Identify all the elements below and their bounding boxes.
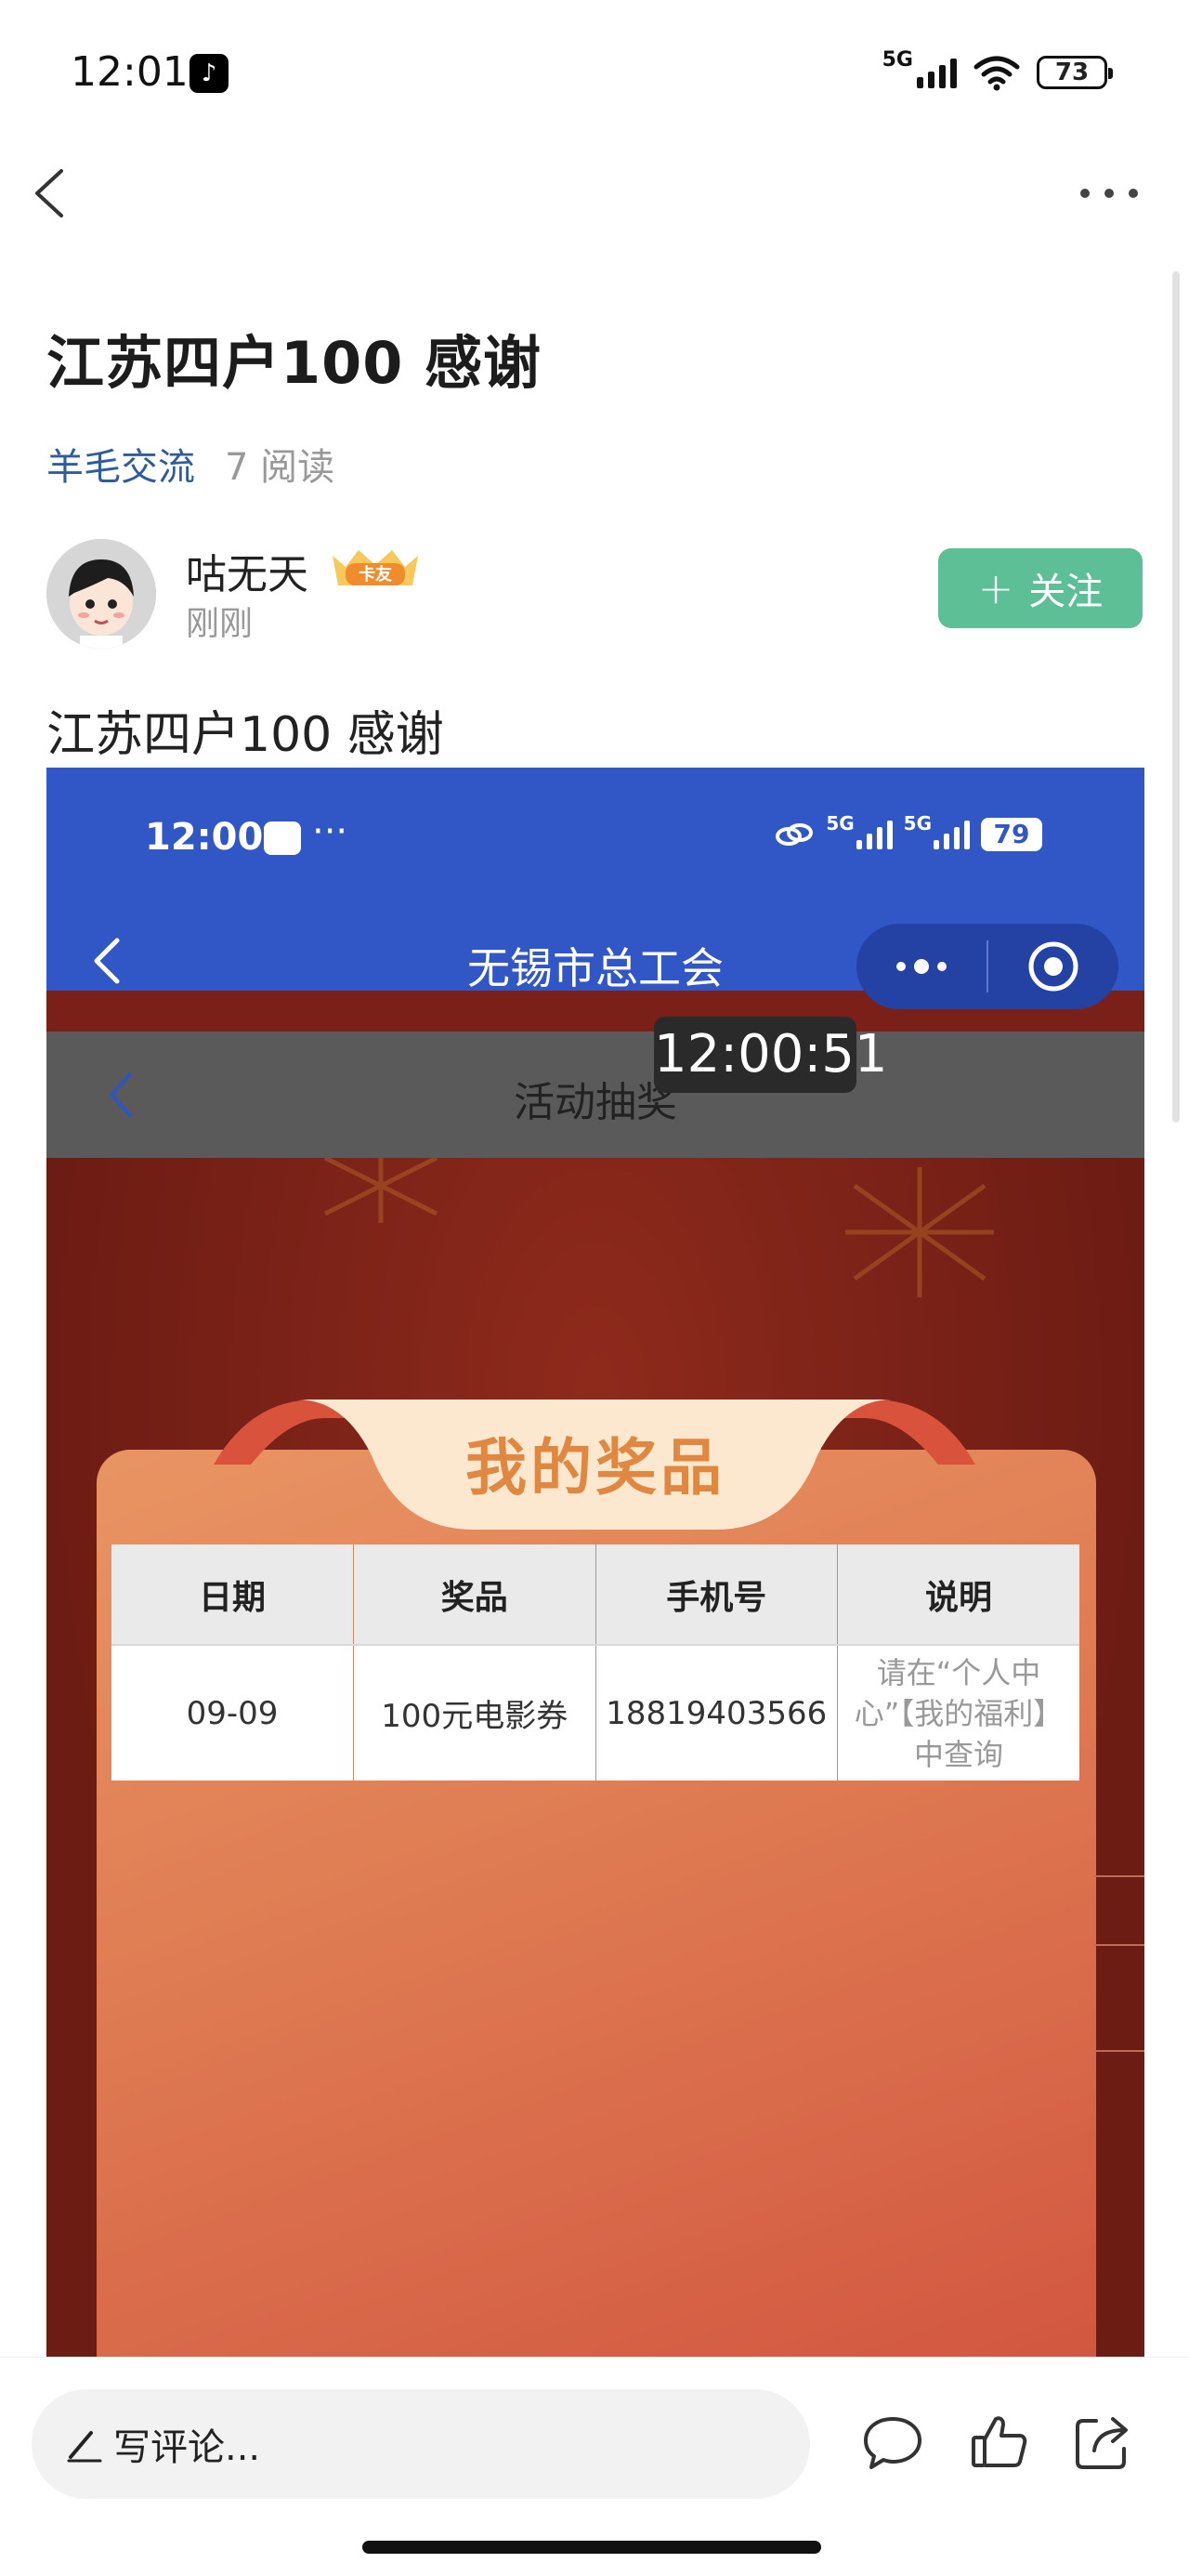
table-header-prize: 奖品: [353, 1544, 596, 1646]
embedded-status-icons: 5G 5G 79: [774, 812, 1042, 851]
pencil-icon: [67, 2431, 102, 2463]
prize-heading: 我的奖品: [465, 1432, 725, 1504]
follow-label: 关注: [1028, 571, 1104, 613]
table-header-phone: 手机号: [595, 1544, 838, 1646]
card-friend-badge: 卡友: [333, 550, 418, 585]
link-icon: [776, 823, 814, 846]
embedded-network-type: 5G: [826, 812, 855, 835]
avatar[interactable]: [46, 539, 156, 649]
network-type: 5G: [882, 48, 913, 72]
more-icon[interactable]: [1072, 175, 1146, 212]
embedded-battery-icon: 79: [981, 818, 1042, 851]
home-indicator[interactable]: [362, 2541, 821, 2554]
post-image[interactable]: 12:00 ··· 5G 5G 79 无锡市总工会 活动抽奖 12:00:51 …: [46, 768, 1144, 2357]
cell-note: 请在“个人中心”【我的福利】中查询: [837, 1645, 1079, 1781]
scrollbar[interactable]: [1172, 271, 1180, 1123]
status-bar: 12:01 ♪ 5G 73: [0, 0, 1189, 149]
badge-text: 卡友: [359, 564, 392, 585]
table-row: 09-09 100元电影券 18819403566 请在“个人中心”【我的福利】…: [111, 1645, 1079, 1781]
embedded-header: 12:00 ··· 5G 5G 79 无锡市总工会: [46, 768, 1144, 1009]
author-row: 咕无天 卡友 刚刚 + 关注: [46, 539, 1143, 651]
cellular-signal-icon: [917, 57, 957, 88]
follow-button[interactable]: + 关注: [938, 548, 1143, 628]
comment-input[interactable]: 写评论...: [32, 2389, 810, 2499]
status-time: 12:01: [71, 48, 189, 96]
embedded-status-dots: ···: [312, 810, 348, 853]
miniprogram-capsule: [856, 924, 1118, 1009]
embedded-status-time: 12:00: [145, 816, 264, 859]
status-icons: 5G 73: [882, 48, 1113, 93]
capsule-close-icon: [1028, 941, 1078, 992]
douyin-app-icon: ♪: [189, 54, 229, 93]
post-body-text: 江苏四户100 感谢: [46, 707, 444, 763]
embedded-sub-header: 活动抽奖: [46, 1032, 1144, 1158]
comment-placeholder: 写评论...: [113, 2426, 261, 2469]
post-time: 刚刚: [186, 605, 254, 643]
wifi-icon: [973, 56, 1020, 91]
post-meta: 羊毛交流 7 阅读: [46, 437, 334, 491]
table-header-row: 日期 奖品 手机号 说明: [111, 1544, 1079, 1646]
embedded-app-icon: [264, 821, 301, 855]
embedded-sub-title: 活动抽奖: [514, 1079, 677, 1126]
side-decoration-line: [1094, 1944, 1144, 1946]
embedded-signal-icon-2: [934, 820, 970, 849]
prize-table: 日期 奖品 手机号 说明 09-09 100元电影券 18819403566 请…: [111, 1544, 1079, 1781]
author-name[interactable]: 咕无天: [186, 541, 308, 600]
cell-phone: 18819403566: [595, 1645, 838, 1781]
plus-icon: +: [977, 563, 1014, 613]
read-count: 7 阅读: [225, 446, 335, 489]
back-icon[interactable]: [26, 165, 82, 221]
capsule-more-icon: [896, 959, 947, 974]
comment-icon[interactable]: [860, 2410, 925, 2475]
battery-icon: 73: [1037, 56, 1113, 89]
cell-date: 09-09: [111, 1645, 354, 1781]
embedded-network-type-2: 5G: [903, 812, 932, 835]
category-link[interactable]: 羊毛交流: [46, 437, 195, 491]
table-header-date: 日期: [111, 1544, 354, 1646]
timer-overlay: 12:00:51: [654, 1017, 888, 1093]
share-icon[interactable]: [1070, 2410, 1135, 2475]
side-decoration-line: [1094, 1875, 1144, 1877]
like-icon[interactable]: [966, 2410, 1031, 2475]
post-title: 江苏四户100 感谢: [46, 329, 542, 397]
avatar-cartoon-icon: [46, 539, 156, 649]
cell-prize: 100元电影券: [353, 1645, 596, 1781]
embedded-signal-icon: [856, 820, 893, 849]
side-decoration-line: [1094, 2050, 1144, 2052]
table-header-note: 说明: [837, 1544, 1079, 1646]
